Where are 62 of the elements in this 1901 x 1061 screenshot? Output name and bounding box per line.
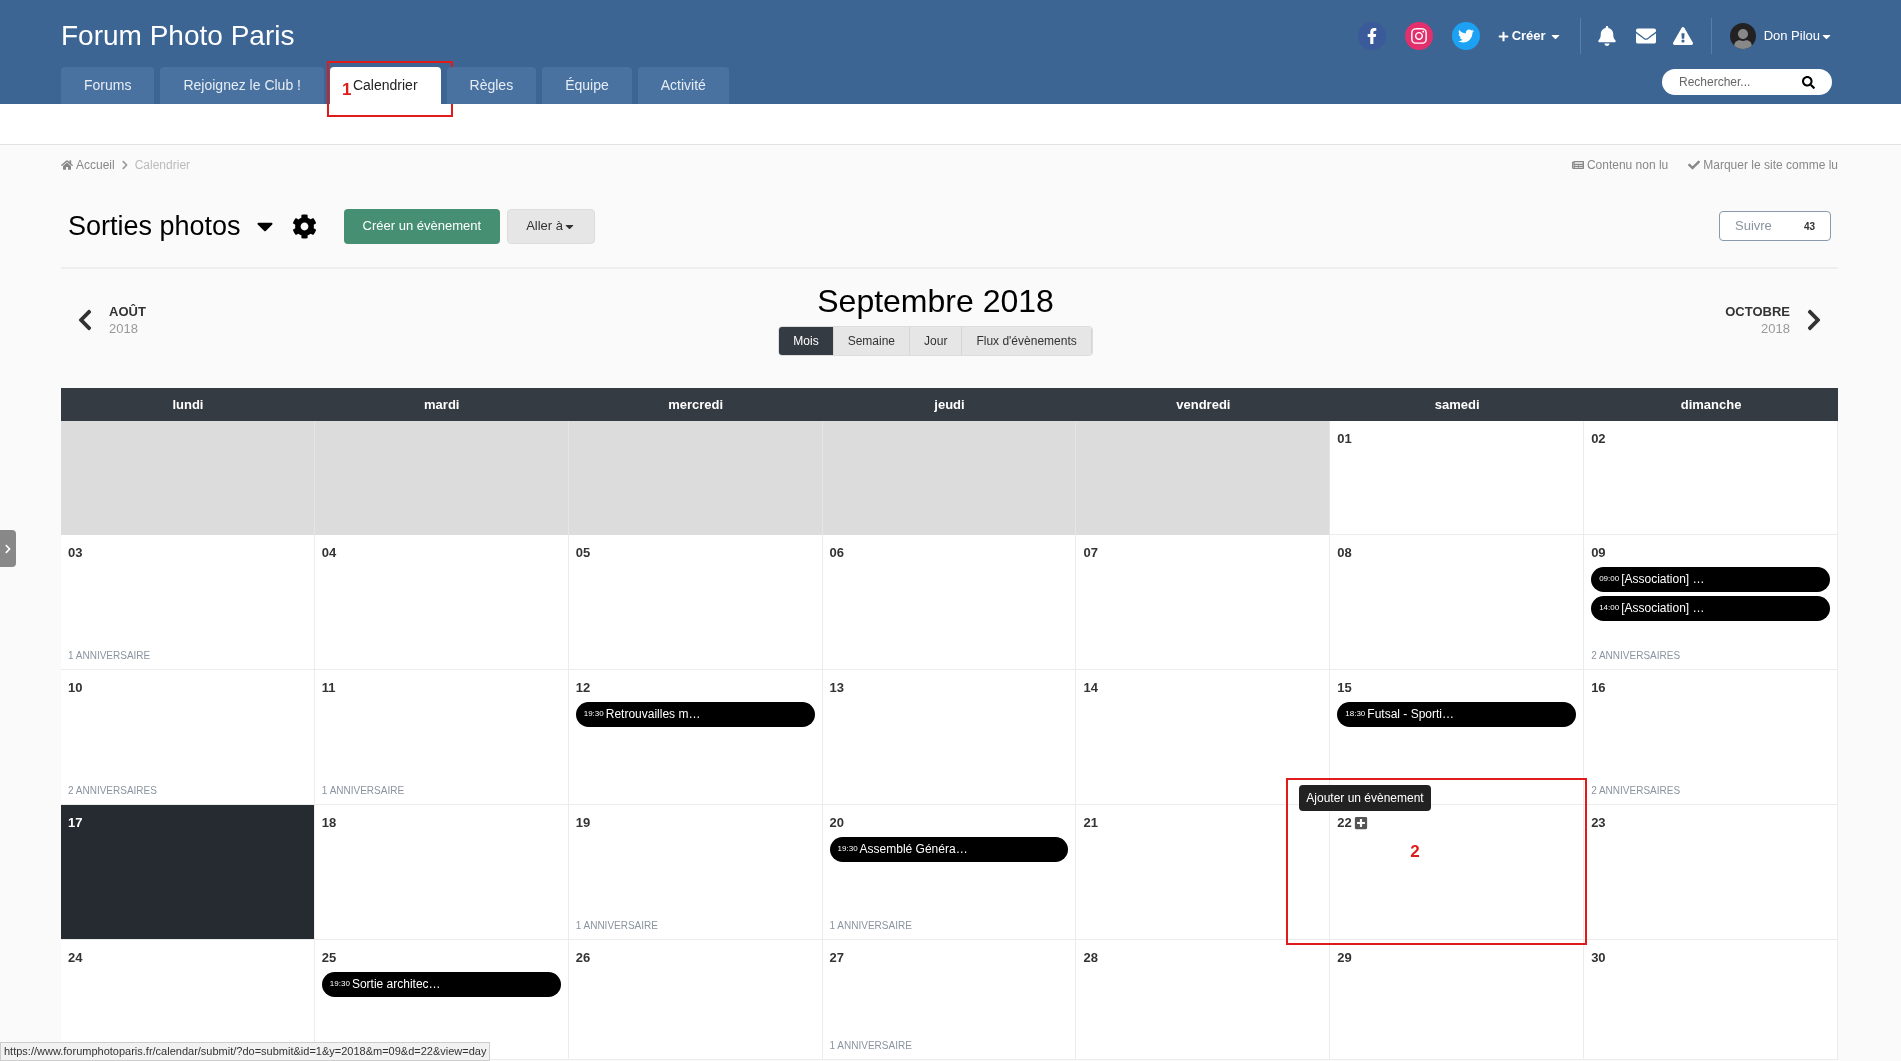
weekday-header: samedi [1434, 395, 1480, 414]
month-year: 2018 [1761, 320, 1790, 337]
annotation-number: 2 [1410, 841, 1420, 863]
day-number: 13 [829, 679, 845, 697]
event-time: 18:30 [1345, 708, 1366, 720]
day-number: 29 [1337, 949, 1352, 967]
month-name: AOÛT [109, 303, 146, 320]
day-number: 04 [321, 544, 337, 562]
day-number: 15 [1337, 679, 1352, 697]
calendar-title: Sorties photos [68, 209, 241, 243]
annotation-number: 1 [341, 79, 352, 101]
day-number: 05 [575, 544, 591, 562]
day-number: 20 [829, 814, 845, 832]
month-name: OCTOBRE [1725, 303, 1790, 320]
event-time: 19:30 [583, 708, 604, 720]
weekday-header: vendredi [1176, 395, 1231, 414]
day-number: 25 [321, 949, 337, 967]
day-number: 18 [321, 814, 337, 832]
day-number: 26 [575, 949, 591, 967]
weekday-header: lundi [172, 395, 204, 414]
day-number: 28 [1083, 949, 1098, 967]
weekday-header: dimanche [1680, 395, 1742, 414]
day-number: 06 [829, 544, 845, 562]
month-title: Septembre 2018 [817, 282, 1054, 321]
day-number: 11 [321, 679, 336, 697]
month-year: 2018 [109, 320, 139, 337]
event-time: 19:30 [329, 978, 350, 990]
day-number: 14 [1083, 679, 1098, 697]
day-number: 30 [1591, 949, 1606, 967]
day-number: 12 [575, 679, 591, 697]
day-number: 01 [1337, 430, 1352, 448]
event-title: [Association] … [1621, 600, 1705, 617]
event-time: 09:00 [1599, 573, 1620, 585]
event-title: Futsal - Sporti… [1367, 706, 1454, 723]
follower-count: 43 [1803, 219, 1815, 234]
day-number: 17 [68, 814, 83, 832]
day-number: 27 [829, 949, 845, 967]
weekday-header: mardi [424, 395, 460, 414]
breadcrumb-current: Calendrier [134, 157, 191, 174]
day-number: 08 [1337, 544, 1352, 562]
event-title: Retrouvailles m… [605, 706, 701, 723]
day-number: 02 [1591, 430, 1606, 448]
event-title: [Association] … [1621, 571, 1705, 588]
day-number: 07 [1083, 544, 1098, 562]
day-number: 24 [68, 949, 83, 967]
day-number: 23 [1591, 814, 1606, 832]
event-title: Sortie architec… [351, 976, 441, 993]
event-time: 14:00 [1599, 602, 1620, 614]
day-number: 09 [1591, 544, 1606, 562]
day-number: 22 [1337, 814, 1352, 832]
day-number: 03 [68, 544, 83, 562]
link-url-tooltip: https://www.forumphotoparis.fr/calendar/submit/?do=submit&id=1&y=2018&m=09&d=22&view=day [0, 1042, 491, 1061]
tooltip: Ajouter un évènement [1299, 785, 1431, 811]
weekday-header: jeudi [934, 395, 965, 414]
event-title: Assemblé Généra… [859, 841, 968, 858]
top-link-label: Contenu non lu [1586, 157, 1669, 174]
day-number: 19 [575, 814, 591, 832]
weekday-header: mercredi [668, 395, 724, 414]
day-number: 16 [1591, 679, 1606, 697]
event-time: 19:30 [837, 843, 858, 855]
day-number: 21 [1083, 814, 1098, 832]
day-number: 10 [68, 679, 83, 697]
